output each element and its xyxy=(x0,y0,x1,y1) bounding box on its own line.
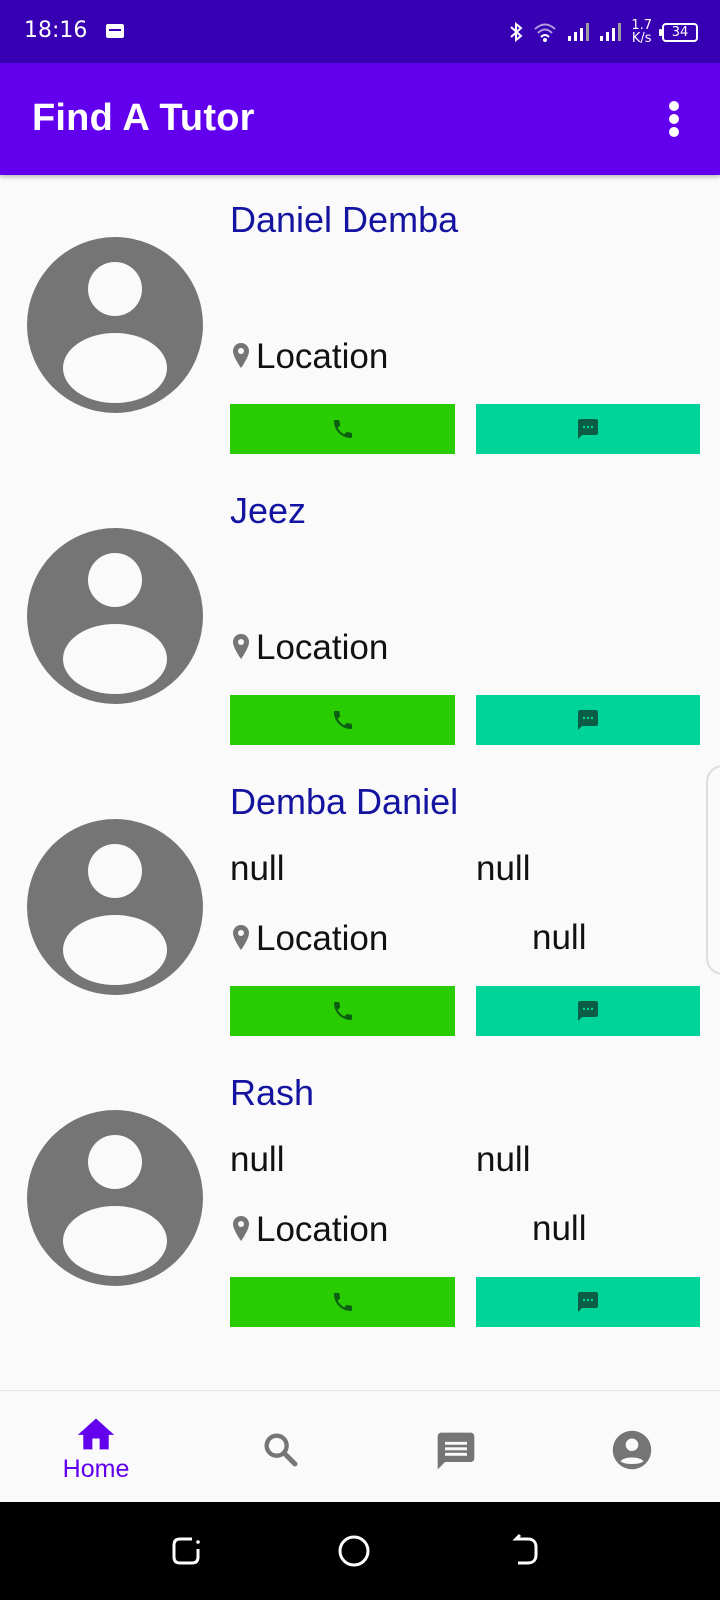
call-button[interactable] xyxy=(230,986,455,1036)
account-icon xyxy=(612,1430,652,1470)
sms-icon xyxy=(578,710,598,730)
bottom-navigation: Home xyxy=(0,1390,720,1502)
tutor-name: Jeez xyxy=(230,490,307,531)
signal-2-icon xyxy=(600,23,622,41)
bluetooth-icon xyxy=(510,21,523,43)
sms-icon xyxy=(578,1292,598,1312)
network-speed-unit: K/s xyxy=(631,31,652,46)
message-button[interactable] xyxy=(476,404,700,454)
tutor-card[interactable]: Daniel Demba Location xyxy=(0,175,720,472)
status-time: 18:16 xyxy=(24,18,88,43)
tutor-card[interactable]: Rash null null Location null xyxy=(0,1048,720,1345)
edge-panel-handle[interactable] xyxy=(706,765,720,975)
message-button[interactable] xyxy=(476,695,700,745)
app-bar: Find A Tutor xyxy=(0,63,720,175)
home-circle-icon[interactable] xyxy=(336,1533,372,1569)
avatar-icon xyxy=(27,237,203,413)
wifi-icon xyxy=(534,23,556,42)
back-icon[interactable] xyxy=(506,1533,542,1569)
location-row: Location xyxy=(232,628,388,668)
phone-icon xyxy=(333,1293,352,1311)
rate-value: null xyxy=(532,918,587,957)
network-speed: 1.7 K/s xyxy=(631,19,652,45)
nav-profile[interactable] xyxy=(542,1391,720,1503)
message-button[interactable] xyxy=(476,1277,700,1327)
avatar-icon xyxy=(27,528,203,704)
call-button[interactable] xyxy=(230,404,455,454)
location-label: Location xyxy=(256,337,389,376)
subject-value: null xyxy=(230,849,285,888)
location-pin-icon xyxy=(233,343,249,368)
tutor-name: Rash xyxy=(230,1072,315,1113)
avatar-icon xyxy=(27,819,203,995)
location-pin-icon xyxy=(233,925,249,950)
nav-home-label: Home xyxy=(62,1455,130,1483)
location-row: Location xyxy=(232,1210,388,1250)
tutor-name: Demba Daniel xyxy=(230,781,459,822)
level-value: null xyxy=(476,1140,531,1179)
signal-1-icon xyxy=(568,23,590,41)
more-vert-icon[interactable] xyxy=(662,99,686,139)
sms-icon xyxy=(578,1001,598,1021)
status-bar: 18:16 1.7 K/s 34 xyxy=(0,0,720,63)
nav-home[interactable]: Home xyxy=(6,1391,186,1503)
status-indicators: 1.7 K/s 34 xyxy=(509,14,698,50)
location-label: Location xyxy=(256,919,389,958)
location-pin-icon xyxy=(233,634,249,659)
app-title: Find A Tutor xyxy=(32,97,255,139)
level-value: null xyxy=(476,849,531,888)
phone-icon xyxy=(333,711,352,729)
location-row: Location xyxy=(232,919,388,959)
call-button[interactable] xyxy=(230,1277,455,1327)
system-navigation-bar xyxy=(0,1502,720,1600)
nav-messages[interactable] xyxy=(366,1391,546,1503)
chat-icon xyxy=(437,1432,475,1470)
home-icon xyxy=(77,1418,115,1450)
notification-message-icon xyxy=(106,24,124,38)
avatar-icon xyxy=(27,1110,203,1286)
tutor-card[interactable]: Jeez Location xyxy=(0,466,720,763)
subject-value: null xyxy=(230,1140,285,1179)
nav-search[interactable] xyxy=(190,1391,370,1503)
battery-indicator: 34 xyxy=(659,22,698,42)
tutor-card[interactable]: Demba Daniel null null Location null xyxy=(0,757,720,1054)
location-pin-icon xyxy=(233,1216,249,1241)
sms-icon xyxy=(578,419,598,439)
location-label: Location xyxy=(256,628,389,667)
call-button[interactable] xyxy=(230,695,455,745)
search-icon xyxy=(264,1433,298,1467)
message-button[interactable] xyxy=(476,986,700,1036)
rate-value: null xyxy=(532,1209,587,1248)
location-label: Location xyxy=(256,1210,389,1249)
phone-icon xyxy=(333,420,352,438)
location-row: Location xyxy=(232,337,388,377)
recents-icon[interactable] xyxy=(168,1533,204,1569)
tutor-name: Daniel Demba xyxy=(230,199,459,240)
phone-icon xyxy=(333,1002,352,1020)
